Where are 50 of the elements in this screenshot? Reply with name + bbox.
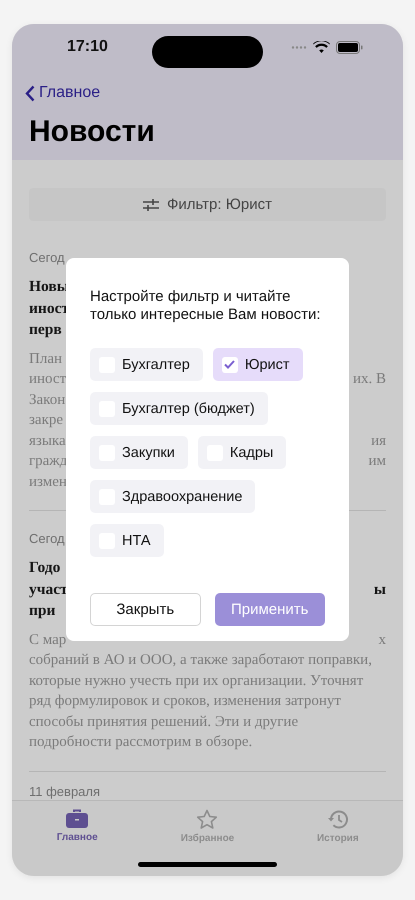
filter-option[interactable]: НТА: [90, 524, 164, 557]
article-text: ряд формулировок и сроков, изменения затронут: [29, 692, 341, 711]
article-date: Сегод: [29, 250, 65, 266]
article-text: иност: [29, 370, 66, 389]
article-text: гражд: [29, 452, 68, 471]
filter-option[interactable]: Бухгалтер (бюджет): [90, 392, 268, 425]
briefcase-icon: [66, 809, 88, 829]
signal-icon: [291, 46, 307, 48]
star-icon: [196, 809, 218, 830]
article-title: при: [29, 601, 56, 621]
article-text: План: [29, 350, 62, 368]
battery-icon: [336, 40, 363, 54]
article-text: ия: [371, 432, 386, 450]
page-title: Новости: [29, 114, 156, 150]
filter-option[interactable]: Закупки: [90, 436, 188, 469]
article-text: х: [378, 630, 386, 650]
article-text: С мар: [29, 630, 66, 650]
article-date: 11 февраля: [29, 784, 100, 800]
wifi-icon: [313, 41, 330, 53]
article-text: их. В: [352, 370, 386, 389]
article-title: перв: [29, 320, 62, 340]
filter-option[interactable]: Бухгалтер: [90, 348, 203, 381]
filter-option[interactable]: Здравоохранение: [90, 480, 256, 513]
article-text: языка: [29, 432, 66, 450]
article-text: Закон: [29, 390, 66, 410]
article-text: собраний в АО и ООО, а также заработают поправки,: [29, 651, 372, 670]
article-date: Сегод: [29, 531, 65, 547]
sliders-icon: [143, 198, 159, 210]
check-icon: [224, 360, 236, 369]
back-button[interactable]: Главное: [25, 84, 100, 102]
article-title: иност: [29, 298, 70, 318]
article-title: ы: [374, 580, 386, 600]
article-text: подробности рассмотрим в обзоре.: [29, 733, 252, 752]
back-chevron-icon: [25, 84, 35, 102]
filter-option[interactable]: Юрист: [212, 348, 303, 381]
status-time: 17:10: [67, 38, 109, 56]
checkbox[interactable]: [222, 356, 238, 372]
history-icon: [326, 809, 349, 830]
article-title: Годо: [29, 558, 60, 578]
article-title: участ: [29, 580, 68, 600]
dialog-prompt: Настройте фильтр и читайте только интересные Вам новости:: [90, 288, 322, 324]
filter-button[interactable]: Фильтр: Юрист: [29, 188, 386, 221]
article-text: им: [368, 452, 386, 471]
filter-option[interactable]: Кадры: [198, 436, 286, 469]
article-text: закре: [29, 411, 64, 430]
article-text: которые нужно учесть при их организации. Уточнят: [29, 672, 364, 690]
tab-item[interactable]: Главное: [12, 801, 142, 844]
article-text: измен: [29, 472, 67, 492]
close-button[interactable]: Закрыть: [90, 593, 200, 626]
article-text: способы принятия решений. Эти и другие: [29, 712, 298, 732]
